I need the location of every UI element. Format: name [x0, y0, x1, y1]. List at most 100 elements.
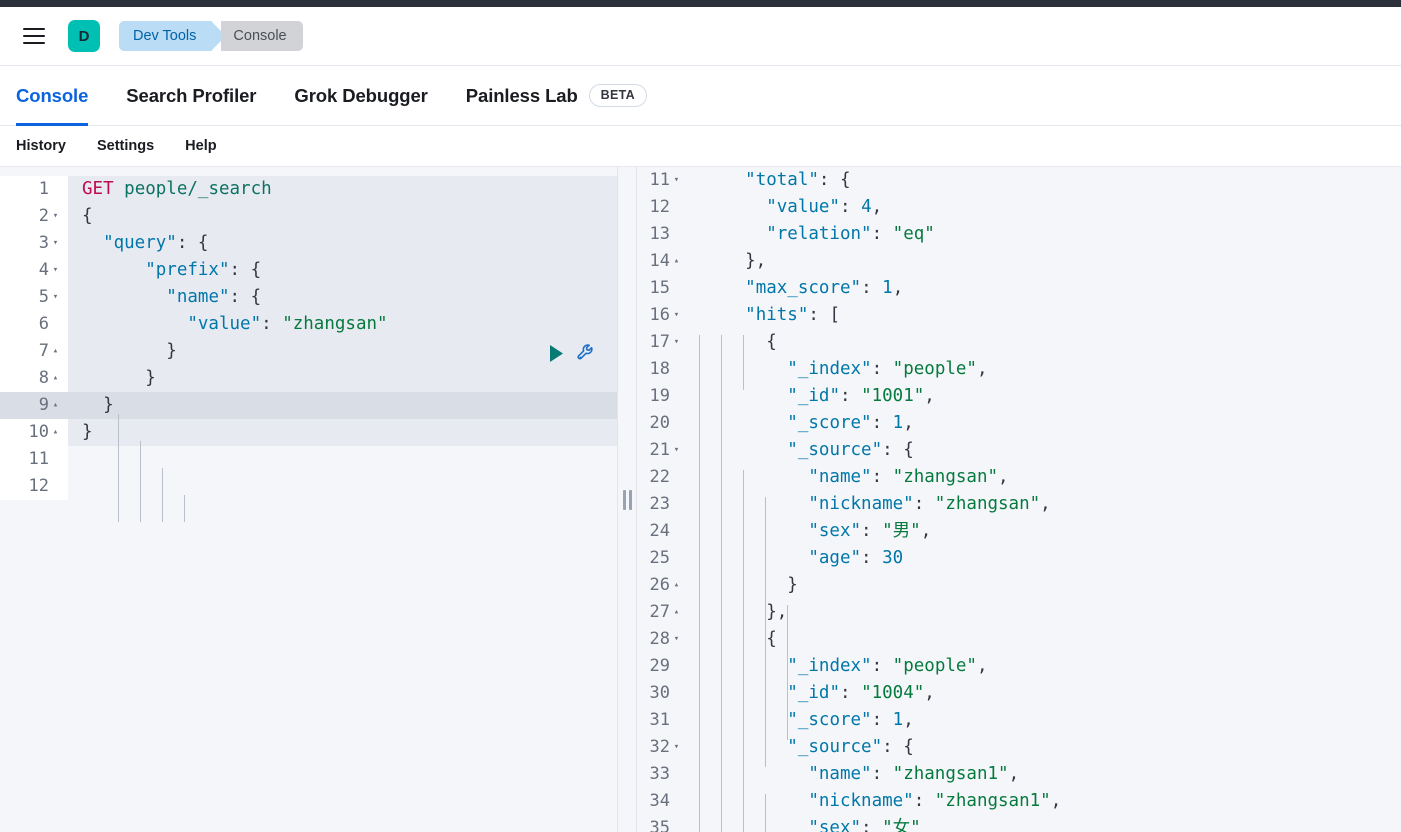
code-line[interactable]: 15 "max_score": 1,	[637, 275, 1401, 302]
fold-toggle-icon[interactable]: ▾	[49, 230, 62, 257]
code-line[interactable]: 23 "nickname": "zhangsan",	[637, 491, 1401, 518]
code-line[interactable]: 5▾ "name": {	[0, 284, 617, 311]
line-number: 12	[0, 473, 68, 500]
line-number: 25	[637, 545, 689, 572]
line-number: 28▾	[637, 626, 689, 653]
code-token: {	[703, 329, 777, 356]
code-token: : {	[230, 257, 262, 284]
fold-toggle-icon[interactable]: ▾	[49, 284, 62, 311]
line-number: 3▾	[0, 230, 68, 257]
space-avatar[interactable]: D	[68, 20, 100, 52]
code-line[interactable]: 28▾ {	[637, 626, 1401, 653]
fold-toggle-icon[interactable]: ▴	[49, 392, 62, 419]
code-token: }	[82, 338, 177, 365]
code-token	[703, 410, 787, 437]
tab-console[interactable]: Console	[16, 66, 88, 126]
console-submenu-bar: History Settings Help	[0, 126, 1401, 167]
editor-resize-handle[interactable]	[618, 167, 637, 832]
fold-toggle-icon[interactable]: ▴	[49, 338, 62, 365]
code-token: ,	[1009, 761, 1020, 788]
code-line[interactable]: 1GET people/_search	[0, 176, 617, 203]
fold-toggle-icon[interactable]: ▾	[670, 167, 683, 194]
fold-toggle-icon[interactable]: ▾	[670, 329, 683, 356]
code-line[interactable]: 32▾ "_source": {	[637, 734, 1401, 761]
fold-toggle-icon[interactable]: ▾	[670, 437, 683, 464]
fold-toggle-icon[interactable]: ▴	[670, 248, 683, 275]
code-line[interactable]: 29 "_index": "people",	[637, 653, 1401, 680]
code-line[interactable]: 24 "sex": "男",	[637, 518, 1401, 545]
code-line[interactable]: 4▾ "prefix": {	[0, 257, 617, 284]
menu-item-settings[interactable]: Settings	[97, 138, 154, 154]
code-line[interactable]: 17▾ {	[637, 329, 1401, 356]
code-line[interactable]: 25 "age": 30	[637, 545, 1401, 572]
breadcrumb-item-dev-tools[interactable]: Dev Tools	[119, 21, 212, 51]
breadcrumb-item-console[interactable]: Console	[221, 21, 302, 51]
code-line[interactable]: 26▴ }	[637, 572, 1401, 599]
code-text: GET people/_search	[68, 176, 617, 203]
code-token: ,	[872, 194, 883, 221]
code-line[interactable]: 33 "name": "zhangsan1",	[637, 761, 1401, 788]
code-text: }	[689, 572, 1401, 599]
code-line[interactable]: 3▾ "query": {	[0, 230, 617, 257]
code-line[interactable]: 27▴ },	[637, 599, 1401, 626]
code-line[interactable]: 20 "_score": 1,	[637, 410, 1401, 437]
code-line[interactable]: 11▾ "total": {	[637, 167, 1401, 194]
code-line[interactable]: 12	[0, 473, 617, 500]
code-text: "_index": "people",	[689, 356, 1401, 383]
code-line[interactable]: 8▴ }	[0, 365, 617, 392]
fold-toggle-icon[interactable]: ▾	[670, 626, 683, 653]
fold-toggle-icon[interactable]: ▾	[670, 302, 683, 329]
code-line[interactable]: 16▾ "hits": [	[637, 302, 1401, 329]
code-line[interactable]: 35 "sex": "女"	[637, 815, 1401, 832]
request-code[interactable]: 1GET people/_search2▾{3▾ "query": {4▾ "p…	[0, 176, 617, 500]
hamburger-bar	[23, 28, 45, 30]
code-line[interactable]: 10▴}	[0, 419, 617, 446]
tab-grok-debugger[interactable]: Grok Debugger	[294, 66, 427, 126]
code-line[interactable]: 30 "_id": "1004",	[637, 680, 1401, 707]
fold-toggle-icon[interactable]: ▾	[49, 203, 62, 230]
line-number: 29	[637, 653, 689, 680]
response-code[interactable]: 11▾ "total": {12 "value": 4,13 "relation…	[637, 167, 1401, 832]
line-number: 22	[637, 464, 689, 491]
fold-toggle-icon[interactable]: ▴	[49, 365, 62, 392]
code-line[interactable]: 18 "_index": "people",	[637, 356, 1401, 383]
code-line[interactable]: 22 "name": "zhangsan",	[637, 464, 1401, 491]
fold-toggle-icon[interactable]: ▾	[670, 734, 683, 761]
response-editor[interactable]: 11▾ "total": {12 "value": 4,13 "relation…	[637, 167, 1401, 832]
code-line[interactable]: 9▴ }	[0, 392, 617, 419]
code-token: },	[703, 248, 766, 275]
code-line[interactable]: 31 "_score": 1,	[637, 707, 1401, 734]
code-line[interactable]: 2▾{	[0, 203, 617, 230]
request-editor[interactable]: 1GET people/_search2▾{3▾ "query": {4▾ "p…	[0, 167, 618, 832]
code-token: "age"	[808, 545, 861, 572]
tab-painless-lab[interactable]: Painless Lab BETA	[466, 66, 647, 126]
code-token: "value"	[766, 194, 840, 221]
line-number: 16▾	[637, 302, 689, 329]
fold-toggle-icon[interactable]: ▴	[49, 419, 62, 446]
play-icon[interactable]	[548, 344, 565, 363]
menu-item-history[interactable]: History	[16, 138, 66, 154]
fold-toggle-icon[interactable]: ▴	[670, 572, 683, 599]
code-line[interactable]: 6 "value": "zhangsan"	[0, 311, 617, 338]
wrench-icon[interactable]	[576, 343, 597, 364]
code-token	[703, 761, 808, 788]
code-line[interactable]: 14▴ },	[637, 248, 1401, 275]
code-token: "_source"	[787, 734, 882, 761]
code-line[interactable]: 21▾ "_source": {	[637, 437, 1401, 464]
code-token: ,	[893, 275, 904, 302]
code-token	[703, 653, 787, 680]
menu-item-help[interactable]: Help	[185, 138, 216, 154]
code-token: "zhangsan"	[893, 464, 998, 491]
code-text: "nickname": "zhangsan",	[689, 491, 1401, 518]
code-line[interactable]: 19 "_id": "1001",	[637, 383, 1401, 410]
code-line[interactable]: 13 "relation": "eq"	[637, 221, 1401, 248]
code-line[interactable]: 7▴ }	[0, 338, 617, 365]
code-line[interactable]: 34 "nickname": "zhangsan1",	[637, 788, 1401, 815]
fold-toggle-icon[interactable]: ▾	[49, 257, 62, 284]
fold-toggle-icon[interactable]: ▴	[670, 599, 683, 626]
code-line[interactable]: 12 "value": 4,	[637, 194, 1401, 221]
hamburger-menu-icon[interactable]	[18, 20, 50, 52]
code-line[interactable]: 11	[0, 446, 617, 473]
code-token: :	[872, 761, 893, 788]
tab-search-profiler[interactable]: Search Profiler	[126, 66, 256, 126]
